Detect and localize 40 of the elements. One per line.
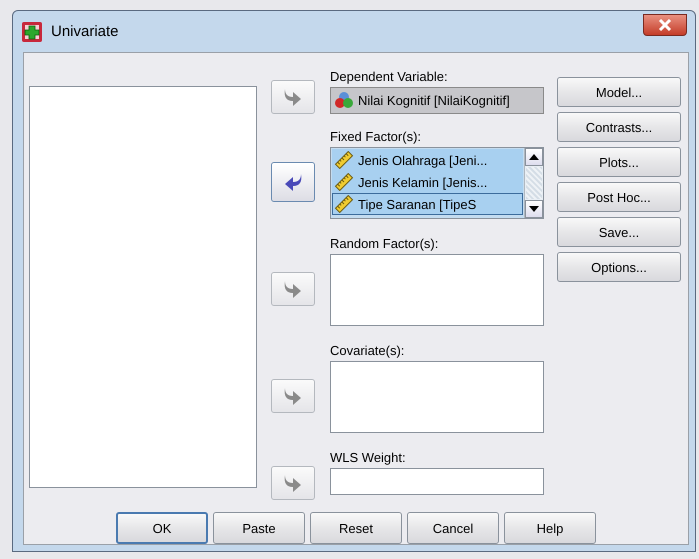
- close-button[interactable]: [643, 14, 687, 36]
- dialog-button[interactable]: Options...: [557, 252, 681, 282]
- close-icon: [658, 18, 672, 30]
- down-arrow-icon: [529, 206, 539, 212]
- scroll-thumb[interactable]: [526, 167, 542, 199]
- dialog-button[interactable]: Contrasts...: [557, 112, 681, 142]
- dialog-button[interactable]: Plots...: [557, 147, 681, 177]
- list-item[interactable]: Tipe Saranan [TipeS: [332, 193, 523, 215]
- variable-list[interactable]: [330, 361, 544, 433]
- variable-list[interactable]: [330, 254, 544, 326]
- scroll-up-button[interactable]: [525, 148, 543, 166]
- scrollbar[interactable]: [524, 148, 543, 218]
- circles-icon: [334, 91, 354, 109]
- field-label: Random Factor(s):: [330, 236, 440, 252]
- variable-list[interactable]: Jenis Olahraga [Jeni... Jenis Kelamin [Jenis... Tipe Saranan [TipeS: [330, 147, 544, 219]
- field-label: Fixed Factor(s):: [330, 129, 422, 145]
- scroll-down-button[interactable]: [525, 200, 543, 218]
- move-button[interactable]: [271, 272, 315, 306]
- ruler-icon: [334, 195, 354, 213]
- app-icon: [21, 20, 43, 42]
- move-button[interactable]: [271, 379, 315, 413]
- up-arrow-icon: [529, 154, 539, 160]
- dialog-button[interactable]: Help: [504, 512, 596, 544]
- dialog-button[interactable]: Post Hoc...: [557, 182, 681, 212]
- list-item[interactable]: Jenis Olahraga [Jeni...: [332, 149, 523, 171]
- ok-button[interactable]: OK: [116, 512, 208, 544]
- dialog-button[interactable]: Save...: [557, 217, 681, 247]
- dialog-button[interactable]: Model...: [557, 77, 681, 107]
- input-field[interactable]: [330, 468, 544, 495]
- move-button[interactable]: [271, 466, 315, 500]
- list-item[interactable]: Jenis Kelamin [Jenis...: [332, 171, 523, 193]
- move-button[interactable]: [271, 80, 315, 114]
- field-label: Dependent Variable:: [330, 69, 449, 85]
- move-button[interactable]: [271, 162, 315, 202]
- dialog-button[interactable]: Paste: [213, 512, 305, 544]
- dialog-button[interactable]: Reset: [310, 512, 402, 544]
- window-title: Univariate: [51, 23, 120, 40]
- field-label: Covariate(s):: [330, 343, 406, 359]
- field-label: WLS Weight:: [330, 450, 407, 466]
- dialog-button[interactable]: Cancel: [407, 512, 499, 544]
